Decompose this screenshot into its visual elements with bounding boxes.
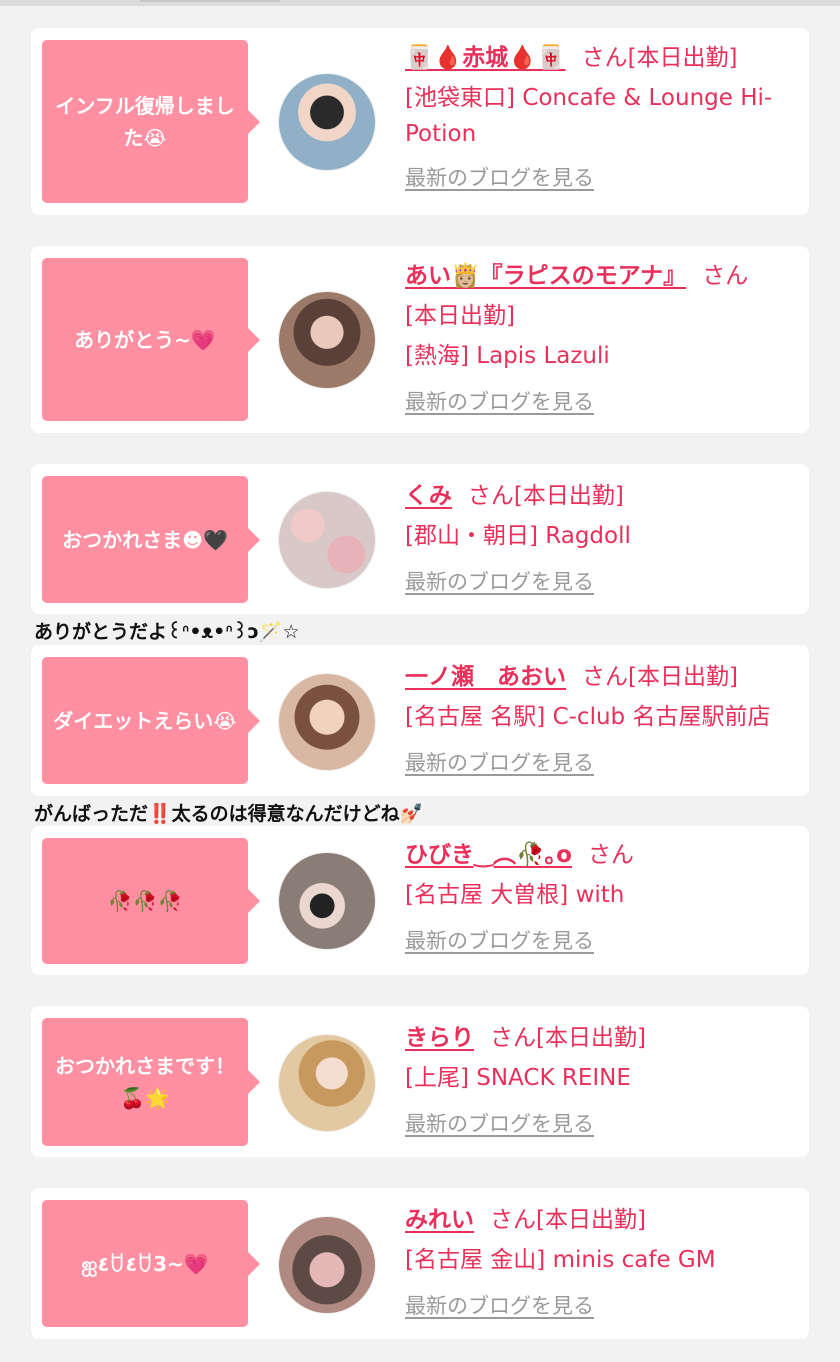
cast-info: 🀄🩸赤城🩸🀄 さん[本日出勤] [池袋東口] Concafe & Lounge H… [405, 38, 805, 198]
status-label: [本日出勤] [628, 664, 738, 690]
avatar[interactable] [278, 491, 376, 589]
blog-link[interactable]: 最新のブログを見る [405, 1104, 594, 1144]
cast-info: きらり さん[本日出勤] [上尾] SNACK REINE 最新のブログを見る [405, 1018, 805, 1144]
blog-link[interactable]: 最新のブログを見る [405, 1286, 594, 1326]
cast-card: ありがとう~💗 あい👸🏼『ラピスのモアナ』 さん [本日出勤] [熱海] Lapi… [31, 246, 809, 433]
avatar[interactable] [278, 1034, 376, 1132]
cast-name-link[interactable]: ひびき‿︵🥀｡o [405, 842, 572, 868]
message-bubble: おつかれさまです！🍒🌟 [42, 1018, 260, 1146]
shop-label: [上尾] SNACK REINE [405, 1065, 631, 1091]
shop-label: [郡山・朝日] Ragdoll [405, 523, 631, 549]
honorific: さん [467, 483, 514, 509]
shop-label: [名古屋 名駅] C-club 名古屋駅前店 [405, 704, 771, 730]
avatar-image [279, 1217, 375, 1313]
cast-card: 🥀🥀🥀 ひびき‿︵🥀｡o さん [名古屋 大曽根] with 最新のブログを見る [31, 826, 809, 975]
cast-name-link[interactable]: くみ [405, 483, 452, 509]
avatar-image [279, 1035, 375, 1131]
honorific: さん [581, 45, 628, 71]
honorific: さん [582, 664, 628, 690]
cast-card: おつかれさま☻🖤 くみ さん[本日出勤] [郡山・朝日] Ragdoll 最新のブ… [31, 464, 809, 614]
user-comment: がんばっただ‼️太るのは得意なんだけどね💅🏻 [34, 803, 424, 825]
cast-name-link[interactable]: きらり [405, 1025, 474, 1051]
blog-link[interactable]: 最新のブログを見る [405, 743, 594, 783]
cast-info: あい👸🏼『ラピスのモアナ』 さん [本日出勤] [熱海] Lapis Lazuli… [405, 256, 805, 422]
avatar-image [279, 674, 375, 770]
honorific: さん [702, 263, 749, 289]
avatar-image [279, 492, 375, 588]
avatar[interactable] [278, 673, 376, 771]
shop-label: [名古屋 金山] minis cafe GM [405, 1247, 716, 1273]
user-comment: ありがとうだよ꒰ᐢ•ᴥ•ᐢ꒱ɔ🪄☆ [34, 621, 300, 643]
avatar-image [279, 74, 375, 170]
honorific: さん [588, 842, 634, 868]
cast-name-link[interactable]: あい👸🏼『ラピスのモアナ』 [405, 263, 686, 289]
message-bubble: おつかれさま☻🖤 [42, 476, 260, 603]
cast-name-link[interactable]: 一ノ瀬 あおい [405, 664, 566, 690]
message-bubble: 🥀🥀🥀 [42, 838, 260, 964]
message-bubble: インフル復帰しました😭 [42, 40, 260, 203]
status-label: [本日出勤] [405, 303, 515, 329]
status-label: [本日出勤] [536, 1025, 646, 1051]
status-label: [本日出勤] [627, 45, 738, 71]
top-scroll-edge [0, 0, 840, 6]
top-tab-indicator [140, 0, 280, 2]
blog-link[interactable]: 最新のブログを見る [405, 562, 594, 602]
blog-link[interactable]: 最新のブログを見る [405, 158, 594, 198]
shop-label: [池袋東口] Concafe & Lounge Hi-Potion [405, 85, 773, 147]
avatar[interactable] [278, 73, 376, 171]
cast-card: おつかれさまです！🍒🌟 きらり さん[本日出勤] [上尾] SNACK REINE… [31, 1006, 809, 1157]
status-label: [本日出勤] [536, 1207, 646, 1233]
cast-info: みれい さん[本日出勤] [名古屋 金山] minis cafe GM 最新のブロ… [405, 1200, 805, 1326]
cast-name-link[interactable]: 🀄🩸赤城🩸🀄 [405, 45, 566, 71]
message-bubble: ஐ٤ꇴ٤ꇴ3~💗 [42, 1200, 260, 1327]
status-label: [本日出勤] [513, 483, 624, 509]
avatar-image [279, 292, 375, 388]
cast-card: インフル復帰しました😭 🀄🩸赤城🩸🀄 さん[本日出勤] [池袋東口] Concaf… [31, 28, 809, 215]
avatar-image [279, 853, 375, 949]
cast-card: ダイエットえらい😭 一ノ瀬 あおい さん[本日出勤] [名古屋 名駅] C-clu… [31, 645, 809, 796]
cast-info: ひびき‿︵🥀｡o さん [名古屋 大曽根] with 最新のブログを見る [405, 835, 805, 961]
honorific: さん [490, 1207, 536, 1233]
honorific: さん [490, 1025, 536, 1051]
cast-info: 一ノ瀬 あおい さん[本日出勤] [名古屋 名駅] C-club 名古屋駅前店 最… [405, 657, 805, 783]
blog-link[interactable]: 最新のブログを見る [405, 921, 594, 961]
cast-info: くみ さん[本日出勤] [郡山・朝日] Ragdoll 最新のブログを見る [405, 476, 805, 602]
message-bubble: ありがとう~💗 [42, 258, 260, 421]
avatar[interactable] [278, 291, 376, 389]
blog-link[interactable]: 最新のブログを見る [405, 382, 594, 422]
cast-card: ஐ٤ꇴ٤ꇴ3~💗 みれい さん[本日出勤] [名古屋 金山] minis cafe… [31, 1188, 809, 1339]
shop-label: [名古屋 大曽根] with [405, 882, 625, 908]
avatar[interactable] [278, 852, 376, 950]
message-bubble: ダイエットえらい😭 [42, 657, 260, 784]
avatar[interactable] [278, 1216, 376, 1314]
shop-label: [熱海] Lapis Lazuli [405, 343, 610, 369]
cast-name-link[interactable]: みれい [405, 1207, 474, 1233]
